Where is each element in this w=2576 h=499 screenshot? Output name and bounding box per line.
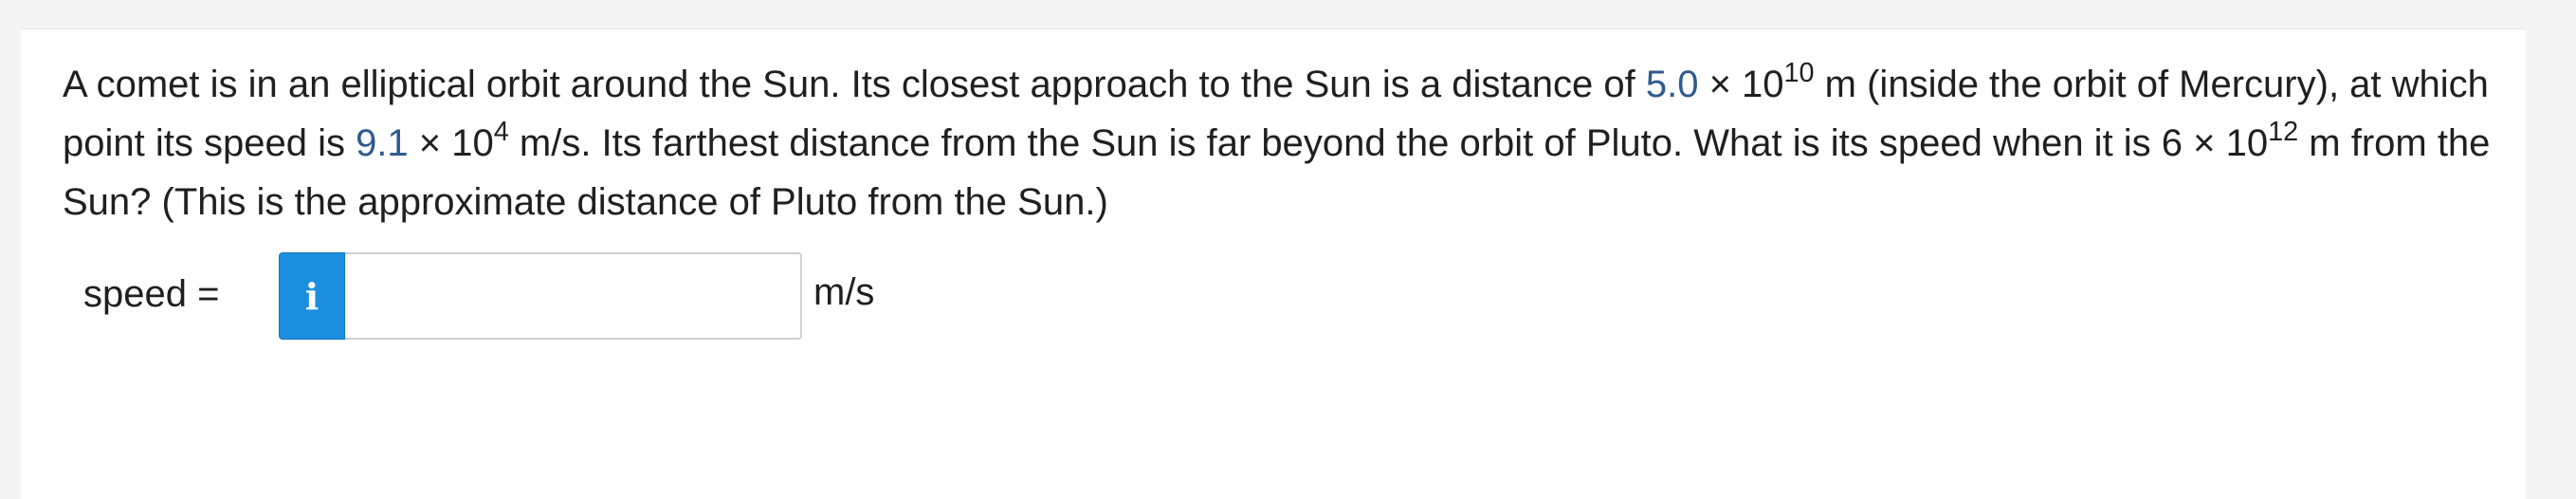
closest-distance-value: 5.0 [1646, 64, 1699, 105]
question-part-1: A comet is in an elliptical orbit around… [63, 64, 1646, 105]
unit-label: m/s [813, 271, 875, 313]
question-part-3: m/s. Its farthest distance from the Sun … [508, 122, 2269, 164]
pluto-distance-exponent: 12 [2268, 117, 2299, 148]
speed-at-closest-exponent: 4 [493, 117, 509, 148]
speed-at-closest-mantissa: 9.1 [356, 122, 409, 164]
closest-distance-exponent: 10 [1783, 58, 1815, 89]
answer-row: speed = i m/s [83, 252, 1221, 340]
closest-distance-times: × 10 [1698, 64, 1784, 105]
speed-at-closest-value: 9.1 [356, 122, 409, 164]
speed-label: speed = [83, 273, 220, 315]
info-icon[interactable]: i [279, 252, 345, 340]
speed-input[interactable] [345, 252, 802, 340]
closest-distance-mantissa: 5.0 [1645, 64, 1699, 105]
question-text: A comet is in an elliptical orbit around… [63, 55, 2509, 231]
speed-at-closest-times: × 10 [408, 122, 494, 164]
